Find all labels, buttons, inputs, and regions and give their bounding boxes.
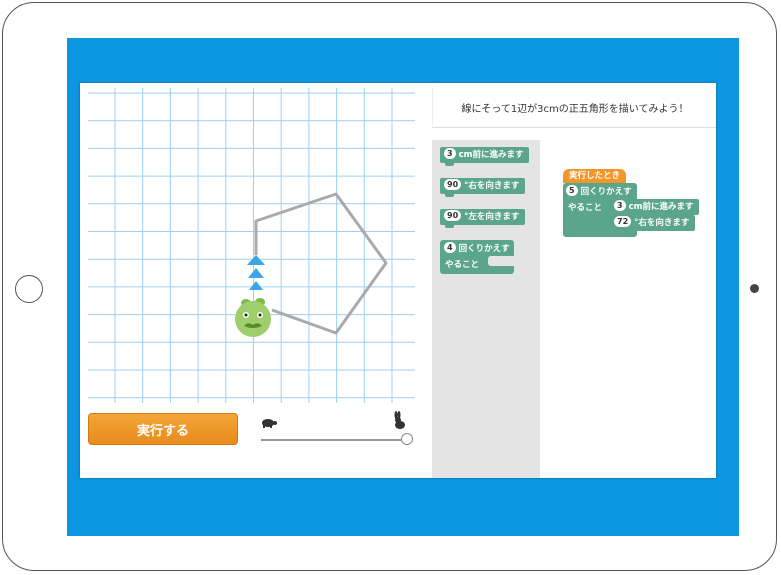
run-button[interactable]: 実行する <box>88 413 238 445</box>
palette-turn-left-block[interactable]: 90 °左を向きます <box>440 209 526 228</box>
pentagon-path <box>254 192 388 335</box>
palette-repeat-block[interactable]: 4 回くりかえす やること <box>440 240 514 274</box>
speed-slider-track[interactable] <box>261 439 407 441</box>
speed-control <box>258 411 413 445</box>
grid <box>88 88 415 403</box>
when-run-event-block[interactable]: 実行したとき <box>563 169 627 183</box>
forward-num[interactable]: 3 <box>444 148 456 159</box>
speed-slider-thumb[interactable] <box>401 433 413 445</box>
program-forward-num[interactable]: 3 <box>614 200 626 211</box>
program-turn-num[interactable]: 72 <box>614 216 632 227</box>
instruction-text: 線にそって1辺が3cmの正五角形を描いてみよう！ <box>432 87 716 128</box>
program-turn-block[interactable]: 72 °右を向きます <box>610 215 696 231</box>
green-bug-icon <box>235 298 271 337</box>
turn-left-num[interactable]: 90 <box>444 210 462 221</box>
palette-turn-right-block[interactable]: 90 °右を向きます <box>440 178 526 197</box>
turtle-icon <box>262 419 277 428</box>
block-palette: 3 cm前に進みます 90 °右を向きます 90 °左を向きます 4 回くりかえす やる… <box>432 140 540 478</box>
home-button[interactable] <box>15 275 43 303</box>
direction-arrows-icon <box>247 255 265 290</box>
palette-forward-block[interactable]: 3 cm前に進みます <box>440 147 530 166</box>
turn-right-num[interactable]: 90 <box>444 179 462 190</box>
repeat-num[interactable]: 4 <box>444 242 456 253</box>
rabbit-icon <box>394 411 405 429</box>
program-forward-block[interactable]: 3 cm前に進みます <box>610 199 700 215</box>
repeat-count[interactable]: 5 <box>566 185 578 196</box>
camera-icon <box>750 284 759 293</box>
program-workspace[interactable]: 実行したとき 5 回くりかえす やること 3 cm前に進みます 72 °右を向きます <box>540 140 716 478</box>
app-window: 実行する 線にそって1辺が3cmの正五角形を描いてみよう！ 3 cm前に進みます … <box>80 83 716 478</box>
